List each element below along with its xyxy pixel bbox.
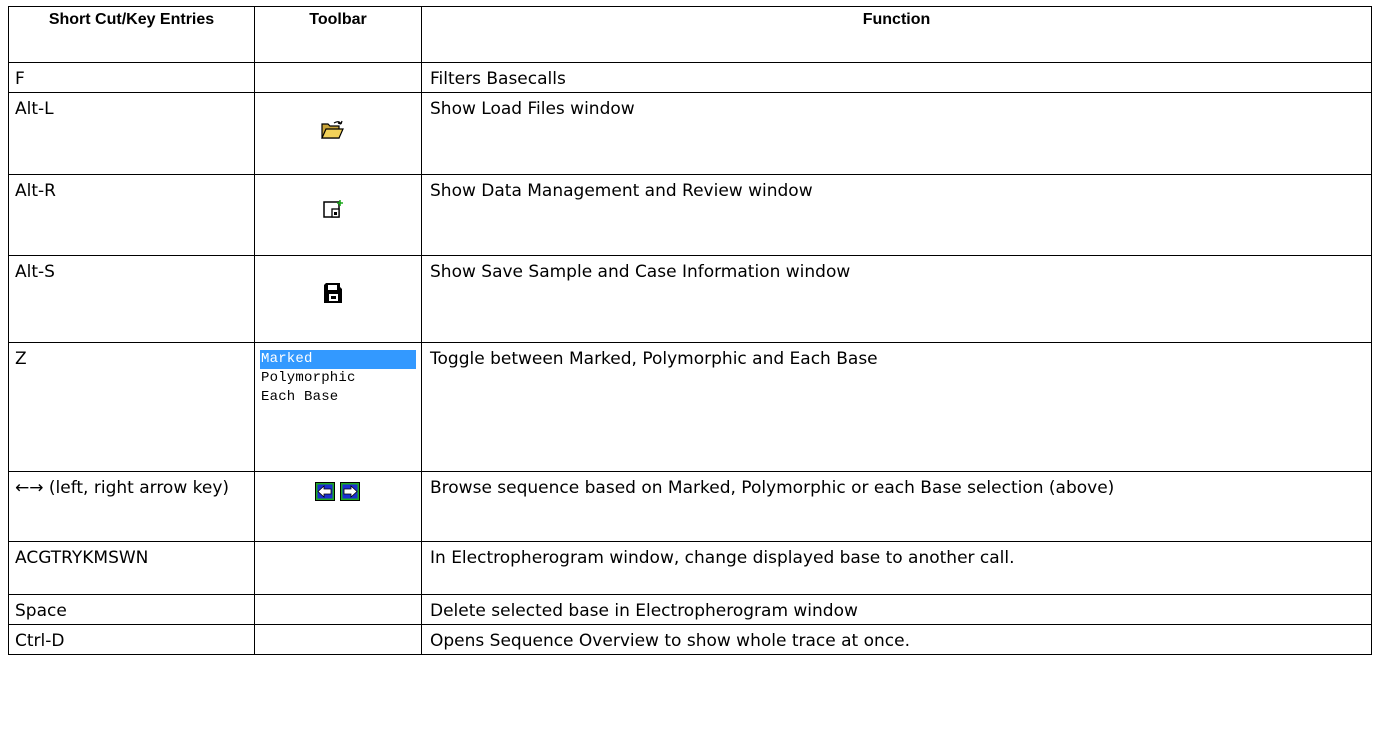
key-cell: Alt-R [8,174,255,256]
next-arrow-icon[interactable] [340,482,360,501]
table-row: Space Delete selected base in Electrophe… [8,594,1372,625]
toolbar-cell [254,255,422,343]
toolbar-cell [254,174,422,256]
function-cell: Browse sequence based on Marked, Polymor… [421,471,1372,542]
table-row: Alt-L Show Load Files window [8,92,1372,175]
table-row: Alt-R Show Data Management and Review wi… [8,174,1372,256]
key-cell: Alt-L [8,92,255,175]
table-row: Z Marked Polymorphic Each Base Toggle be… [8,342,1372,472]
key-cell: Ctrl-D [8,624,255,655]
toolbar-cell [254,471,422,542]
toolbar-cell: Marked Polymorphic Each Base [254,342,422,472]
key-cell: Space [8,594,255,625]
table-row: Alt-S Show Save Sample and Case Informat… [8,255,1372,343]
function-cell: Show Load Files window [421,92,1372,175]
function-cell: Show Data Management and Review window [421,174,1372,256]
key-cell: F [8,62,255,93]
toolbar-cell [254,92,422,175]
mode-listbox[interactable]: Marked Polymorphic Each Base [260,350,416,407]
header-key: Short Cut/Key Entries [8,6,255,63]
toolbar-cell [254,62,422,93]
function-cell: Filters Basecalls [421,62,1372,93]
function-cell: Show Save Sample and Case Information wi… [421,255,1372,343]
header-function: Function [421,6,1372,63]
function-cell: In Electropherogram window, change displ… [421,541,1372,595]
data-review-icon[interactable] [322,198,344,220]
header-toolbar: Toolbar [254,6,422,63]
open-folder-icon[interactable] [321,120,345,140]
table-row: Ctrl-D Opens Sequence Overview to show w… [8,624,1372,655]
function-cell: Toggle between Marked, Polymorphic and E… [421,342,1372,472]
table-header-row: Short Cut/Key Entries Toolbar Function [8,6,1372,63]
table-row: ACGTRYKMSWN In Electropherogram window, … [8,541,1372,595]
save-disk-icon[interactable] [323,282,343,304]
key-cell: ACGTRYKMSWN [8,541,255,595]
table-row: F Filters Basecalls [8,62,1372,93]
function-cell: Delete selected base in Electropherogram… [421,594,1372,625]
toolbar-cell [254,624,422,655]
function-cell: Opens Sequence Overview to show whole tr… [421,624,1372,655]
key-cell: Z [8,342,255,472]
table-row: ←→ (left, right arrow key) Browse sequen… [8,471,1372,542]
previous-arrow-icon[interactable] [315,482,335,501]
shortcut-table: Short Cut/Key Entries Toolbar Function F… [8,6,1372,655]
toolbar-cell [254,541,422,595]
mode-option-marked[interactable]: Marked [260,350,416,369]
key-cell: Alt-S [8,255,255,343]
mode-option-polymorphic[interactable]: Polymorphic [260,369,416,388]
mode-option-each-base[interactable]: Each Base [260,388,416,407]
toolbar-cell [254,594,422,625]
key-cell: ←→ (left, right arrow key) [8,471,255,542]
